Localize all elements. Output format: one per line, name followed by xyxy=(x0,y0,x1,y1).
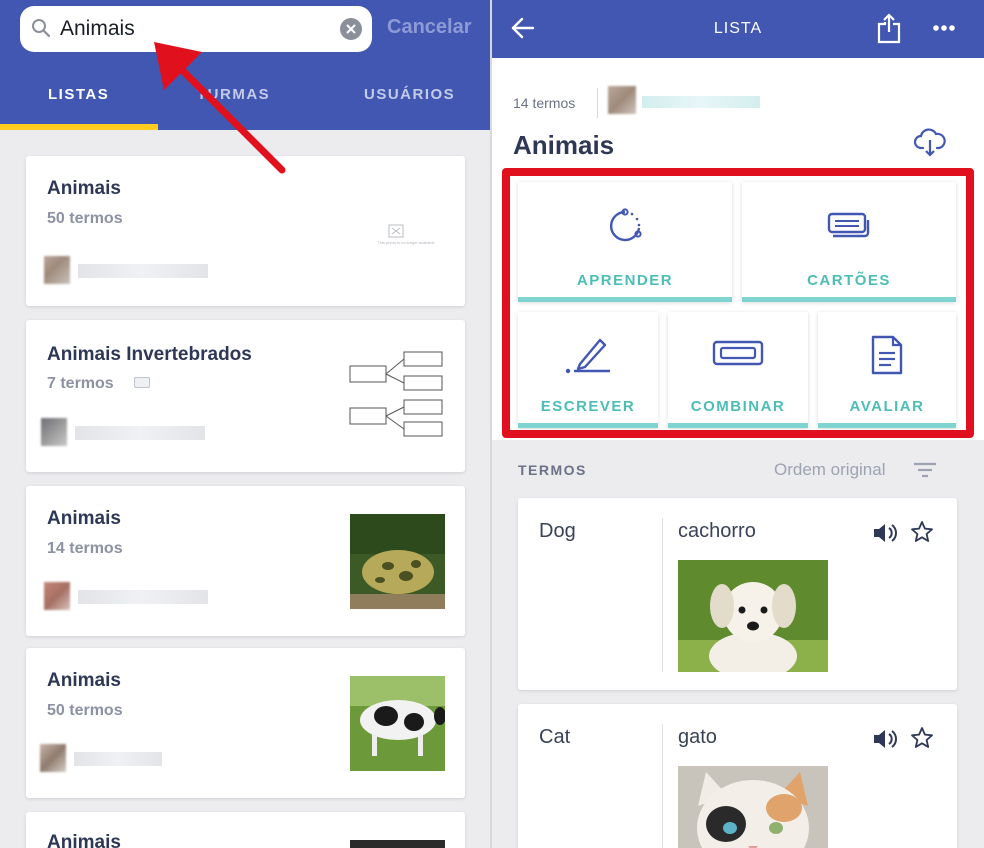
app-screen: Animais Cancelar LISTAS TURMAS USUÁRIOS … xyxy=(0,0,984,848)
term-card: Cat gato xyxy=(518,704,957,848)
avatar xyxy=(41,418,67,446)
avatar xyxy=(44,582,70,610)
result-title: Animais xyxy=(47,670,121,691)
speaker-icon[interactable] xyxy=(872,522,898,544)
header-title: LISTA xyxy=(713,20,763,37)
list-title: Animais xyxy=(513,130,615,160)
terms-count: 14 termos xyxy=(513,95,576,111)
more-options-icon[interactable] xyxy=(932,24,956,32)
author-name-redacted xyxy=(78,590,208,604)
star-icon[interactable] xyxy=(910,520,934,544)
author-name-redacted xyxy=(75,426,205,440)
tab-usuarios[interactable]: USUÁRIOS xyxy=(364,86,455,103)
annotation-arrow xyxy=(154,42,286,174)
avatar xyxy=(608,86,636,114)
result-count: 50 termos xyxy=(47,702,123,719)
term-separator xyxy=(662,518,663,672)
result-card[interactable]: Animais xyxy=(26,812,465,848)
term-card: Dog cachorro xyxy=(518,498,957,690)
search-input[interactable]: Animais xyxy=(60,17,135,41)
result-count: 7 termos xyxy=(47,375,114,392)
dark-thumbnail xyxy=(350,840,445,848)
diagram-thumbnail xyxy=(349,351,443,437)
speaker-icon[interactable] xyxy=(872,728,898,750)
puppy-image xyxy=(678,560,828,672)
broken-image-icon xyxy=(388,224,404,238)
cat-image xyxy=(678,766,828,848)
result-card[interactable]: Animais 50 termos xyxy=(26,648,465,798)
search-icon xyxy=(32,19,51,38)
info-separator xyxy=(597,88,598,118)
result-title: Animais Invertebrados xyxy=(47,344,252,365)
avatar xyxy=(40,744,66,772)
avatar xyxy=(44,256,70,284)
share-icon[interactable] xyxy=(876,12,902,44)
list-info: 14 termos Animais xyxy=(492,58,984,178)
tab-listas[interactable]: LISTAS xyxy=(48,86,109,103)
placeholder-caption: This photo is no longer available xyxy=(377,240,435,245)
result-author xyxy=(40,744,210,772)
result-author xyxy=(44,256,214,284)
image-badge-icon xyxy=(134,377,150,388)
result-card[interactable]: Animais Invertebrados 7 termos xyxy=(26,320,465,472)
cow-thumbnail xyxy=(350,676,445,771)
author-name-redacted xyxy=(74,752,162,766)
term-word: Dog xyxy=(539,520,576,542)
no-image-placeholder: This photo is no longer available xyxy=(366,220,446,250)
frog-thumbnail xyxy=(350,514,445,609)
author-name-redacted xyxy=(78,264,208,278)
study-modes-highlight xyxy=(502,168,974,438)
result-card[interactable]: Animais 14 termos xyxy=(26,486,465,636)
term-word: Cat xyxy=(539,726,571,748)
clear-icon[interactable] xyxy=(340,18,362,40)
result-title: Animais xyxy=(47,832,121,848)
result-count: 50 termos xyxy=(47,210,123,227)
term-definition: gato xyxy=(678,726,717,748)
result-title: Animais xyxy=(47,178,121,199)
result-count: 14 termos xyxy=(47,540,123,557)
result-author xyxy=(41,418,211,446)
star-icon[interactable] xyxy=(910,726,934,750)
sort-icon[interactable] xyxy=(912,460,938,480)
result-title: Animais xyxy=(47,508,121,529)
result-author xyxy=(44,582,214,610)
cancel-button[interactable]: Cancelar xyxy=(387,16,472,39)
result-card[interactable]: Animais 50 termos This photo is no longe… xyxy=(26,156,465,306)
download-cloud-icon[interactable] xyxy=(914,126,946,158)
sort-order-label[interactable]: Ordem original xyxy=(774,460,886,480)
active-tab-indicator xyxy=(0,124,158,130)
term-definition: cachorro xyxy=(678,520,756,542)
author-name-redacted[interactable] xyxy=(642,96,760,108)
search-results-pane: Animais Cancelar LISTAS TURMAS USUÁRIOS … xyxy=(0,0,490,848)
term-separator xyxy=(662,724,663,848)
detail-header: LISTA xyxy=(492,0,984,58)
terms-heading: TERMOS xyxy=(518,462,587,478)
